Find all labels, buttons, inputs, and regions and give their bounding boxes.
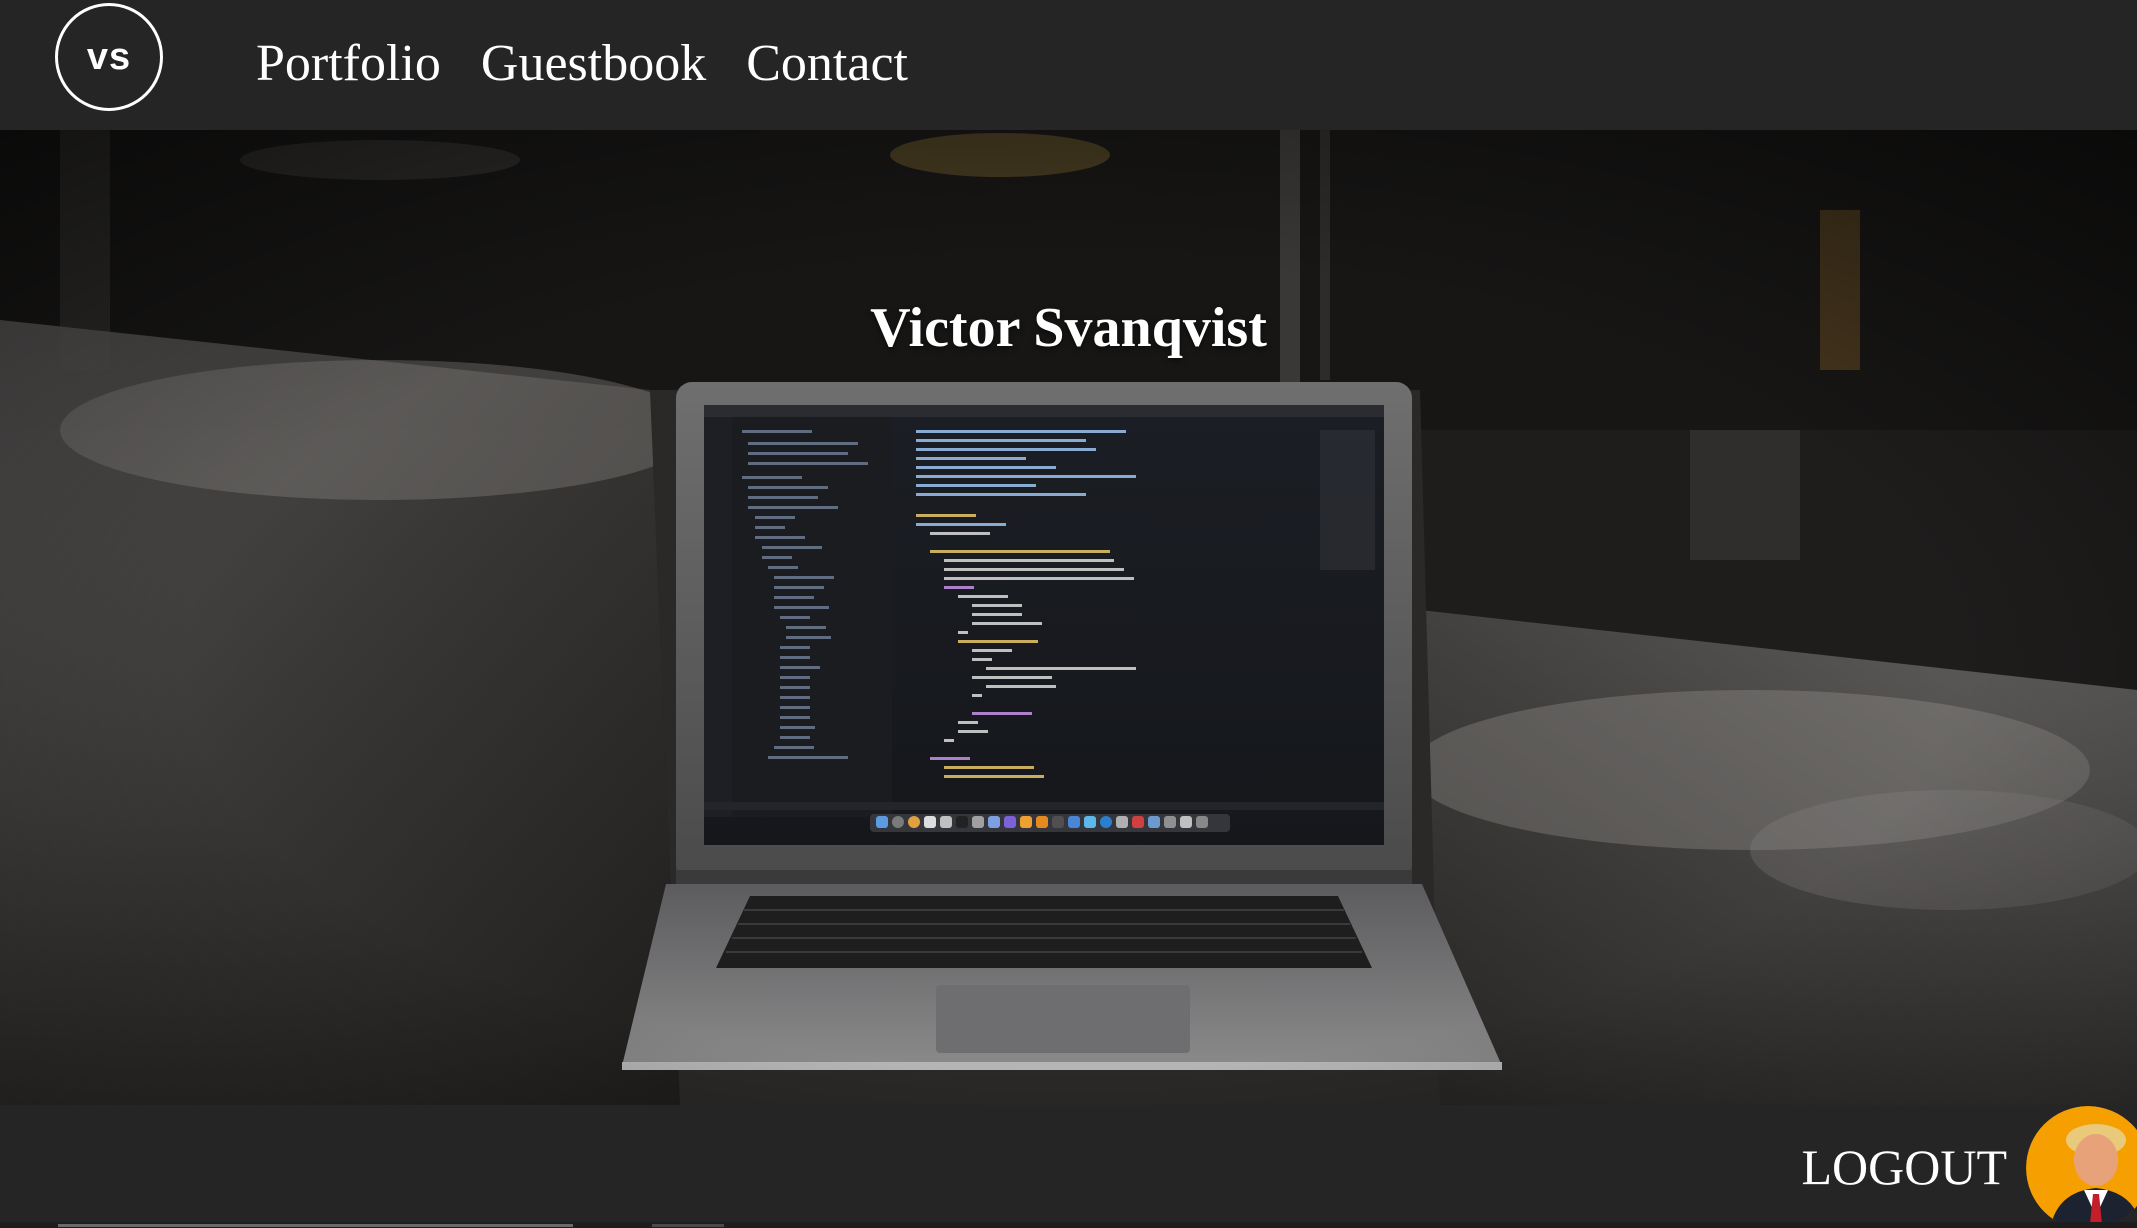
nav-link-contact[interactable]: Contact [746, 30, 908, 98]
nav-link-portfolio[interactable]: Portfolio [256, 30, 441, 98]
main-nav: Portfolio Guestbook Contact [256, 30, 908, 98]
site-header: vs Portfolio Guestbook Contact [0, 0, 2137, 130]
user-avatar[interactable] [2026, 1106, 2137, 1228]
site-footer: LOGOUT [0, 1105, 2137, 1228]
page: vs Portfolio Guestbook Contact Victor Sv… [0, 0, 2137, 1228]
vs-logo-icon[interactable]: vs [55, 3, 163, 111]
nav-link-guestbook[interactable]: Guestbook [481, 30, 706, 98]
scrollbar-thumb[interactable] [58, 1224, 573, 1227]
hero-title: Victor Svanqvist [870, 296, 1267, 359]
scrollbar-thumb-secondary[interactable] [652, 1224, 724, 1227]
hero-section: Victor Svanqvist [0, 130, 2137, 1105]
logout-button[interactable]: LOGOUT [1801, 1135, 2007, 1199]
